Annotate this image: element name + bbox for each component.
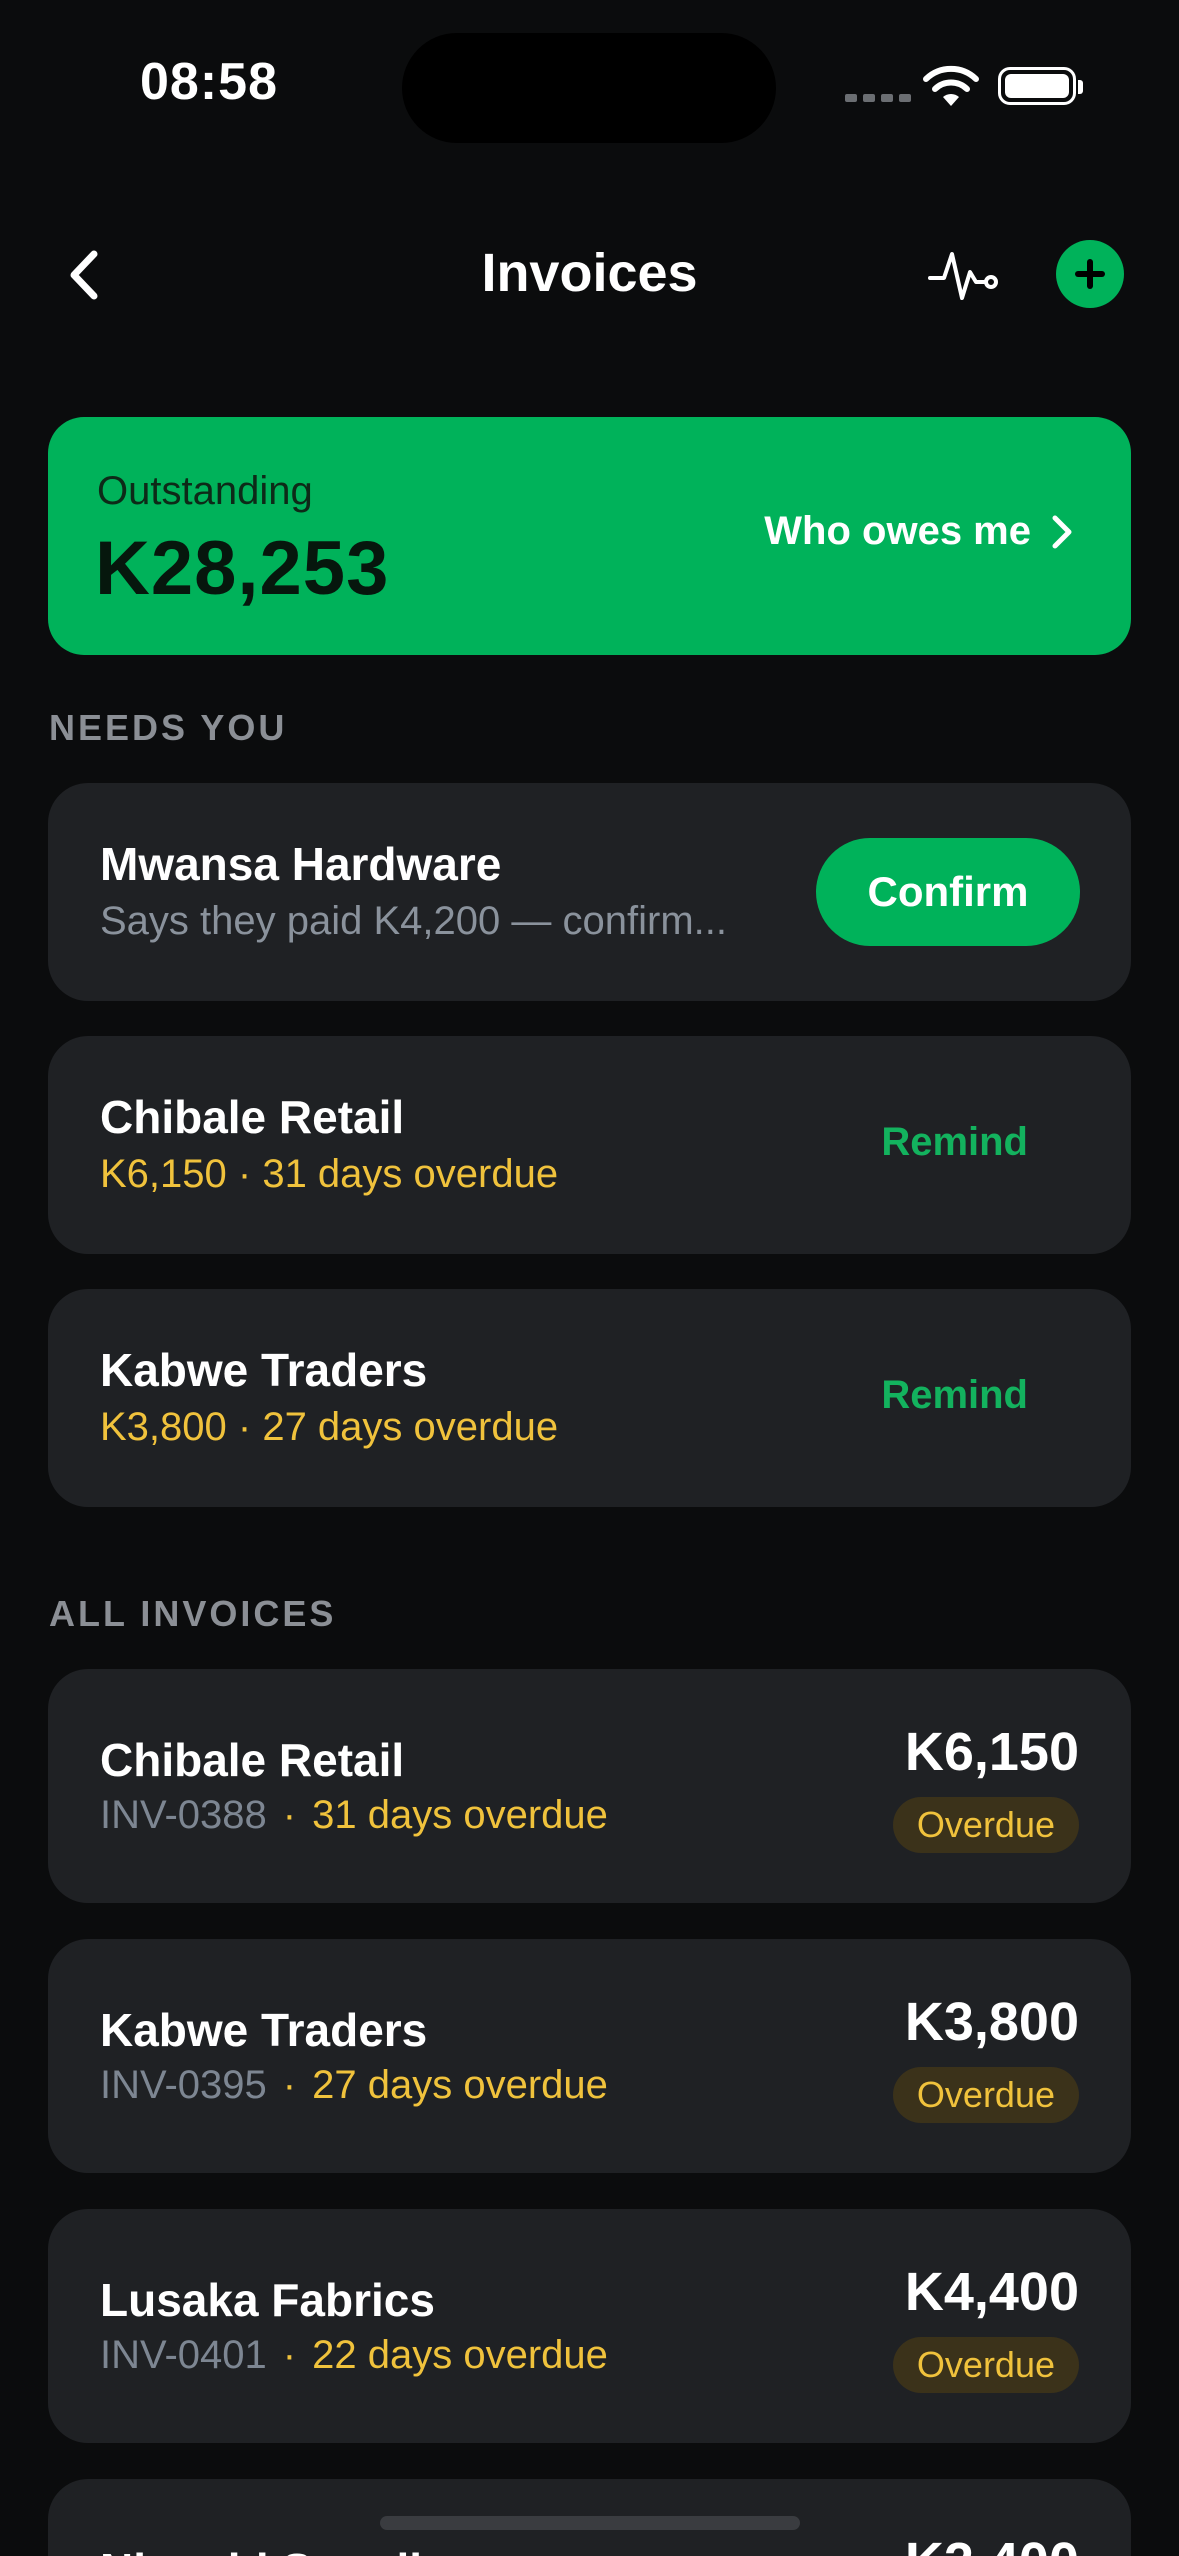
customer-name: Kabwe Traders: [100, 1344, 428, 1396]
overdue-text: 22 days overdue: [312, 2333, 608, 2377]
wifi-icon: [923, 65, 979, 106]
needs-you-item: Kabwe Traders K3,800 · 27 days overdue R…: [48, 1289, 1131, 1507]
page-title: Invoices: [481, 243, 698, 303]
separator-dot: ·: [282, 1793, 297, 1837]
battery-icon: [998, 67, 1083, 105]
invoice-row[interactable]: Kabwe Traders INV-0395 · 27 days overdue K…: [48, 1939, 1131, 2173]
add-invoice-button[interactable]: [1056, 240, 1124, 308]
customer-name: Mwansa Hardware: [100, 838, 502, 890]
overdue-summary: K6,150 · 31 days overdue: [100, 1152, 559, 1196]
customer-name: Chibale Retail: [100, 1734, 405, 1786]
customer-name: Lusaka Fabrics: [100, 2274, 435, 2326]
status-bar: 08:58: [0, 0, 1179, 170]
invoice-amount: K6,150: [904, 1722, 1079, 1782]
invoice-amount: K4,400: [904, 2262, 1079, 2322]
needs-you-item: Chibale Retail K6,150 · 31 days overdue …: [48, 1036, 1131, 1254]
payment-claim-text: Says they paid K4,200 — confirm...: [100, 899, 727, 943]
needs-you-item: Mwansa Hardware Says they paid K4,200 — …: [48, 783, 1131, 1001]
activity-pulse-icon[interactable]: [928, 238, 1000, 310]
invoice-row[interactable]: Lusaka Fabrics INV-0401 · 22 days overdue …: [48, 2209, 1131, 2443]
overdue-text: 27 days overdue: [312, 2063, 608, 2107]
who-owes-me-label: Who owes me: [764, 509, 1031, 553]
section-title-needs-you: NEEDS YOU: [49, 707, 288, 748]
confirm-button[interactable]: Confirm: [816, 838, 1080, 946]
remind-button[interactable]: Remind: [881, 1120, 1028, 1165]
overdue-summary: K3,800 · 27 days overdue: [100, 1405, 559, 1449]
invoice-row[interactable]: Chibale Retail INV-0388 · 31 days overdue …: [48, 1669, 1131, 1903]
invoice-amount: K2,400: [905, 2531, 1079, 2556]
separator-dot: ·: [282, 2333, 297, 2377]
status-badge: Overdue: [892, 2067, 1079, 2123]
who-owes-me-link[interactable]: Who owes me: [764, 509, 1073, 554]
chevron-right-icon: [1052, 515, 1072, 548]
status-badge: Overdue: [892, 2337, 1079, 2393]
section-title-all-invoices: ALL INVOICES: [49, 1593, 337, 1634]
cellular-signal-icon: [845, 94, 911, 102]
dynamic-island: [402, 33, 776, 143]
remind-button[interactable]: Remind: [881, 1373, 1028, 1418]
outstanding-amount: K28,253: [95, 526, 390, 611]
separator-dot: ·: [282, 2063, 297, 2107]
invoice-id: INV-0388: [100, 1793, 267, 1837]
status-time: 08:58: [140, 53, 278, 111]
overdue-text: 31 days overdue: [312, 1793, 608, 1837]
invoice-amount: K3,800: [904, 1992, 1079, 2052]
outstanding-label: Outstanding: [97, 469, 313, 513]
invoice-id: INV-0395: [100, 2063, 267, 2107]
home-indicator: [380, 2516, 800, 2530]
customer-name: Chibale Retail: [100, 1091, 405, 1143]
outstanding-card: Outstanding K28,253 Who owes me: [48, 417, 1131, 655]
invoice-id: INV-0401: [100, 2333, 267, 2377]
customer-name: Kabwe Traders: [100, 2004, 428, 2056]
status-badge: Overdue: [892, 1797, 1079, 1853]
customer-name: Nkumbi Supplies: [100, 2543, 473, 2556]
